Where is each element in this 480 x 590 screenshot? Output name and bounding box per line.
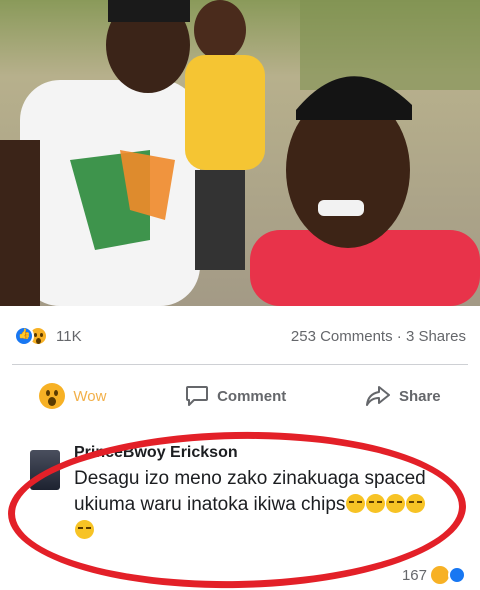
share-label: Share (398, 387, 441, 405)
comment-bubble: PrinceBwoy Erickson Desagu izo meno zako… (74, 444, 434, 544)
divider (12, 364, 468, 365)
wow-icon (431, 566, 449, 584)
comment-body: Desagu izo meno zako zinakuaga spaced uk… (74, 466, 434, 544)
action-bar: Wow Comment Share (0, 366, 480, 426)
sweat-smile-emoji-icon (386, 494, 406, 513)
comment-like-count: 167 (401, 566, 427, 584)
reaction-count[interactable]: 11K (56, 328, 82, 345)
comments-count[interactable]: 253 Comments (291, 328, 393, 345)
stats-separator: · (396, 328, 402, 345)
avatar[interactable] (30, 450, 60, 490)
sweat-smile-emoji-icon (346, 494, 366, 513)
comment-button[interactable]: Comment (185, 385, 286, 407)
sweat-smile-emoji-icon (406, 494, 426, 513)
reaction-icons[interactable]: 11K (14, 326, 82, 346)
share-button[interactable]: Share (365, 385, 441, 407)
post-photo[interactable] (0, 0, 480, 306)
comment-label: Comment (217, 387, 287, 405)
like-icon (448, 566, 466, 584)
wow-icon (39, 383, 66, 409)
photo-illustration (0, 0, 480, 306)
like-icon (14, 326, 34, 346)
share-icon (365, 386, 390, 406)
shares-count[interactable]: 3 Shares (406, 328, 466, 345)
sweat-smile-emoji-icon (366, 494, 386, 513)
comment-reactions[interactable]: 167 (402, 566, 466, 584)
reaction-summary: 11K 253 Comments · 3 Shares (0, 306, 480, 364)
comment-icon (186, 386, 209, 406)
wow-label: Wow (73, 387, 107, 405)
comment-author[interactable]: PrinceBwoy Erickson (74, 444, 434, 462)
sweat-smile-emoji-icon (75, 520, 94, 539)
wow-reaction-button[interactable]: Wow (39, 383, 106, 409)
engagement-stats: 253 Comments · 3 Shares (291, 328, 466, 345)
